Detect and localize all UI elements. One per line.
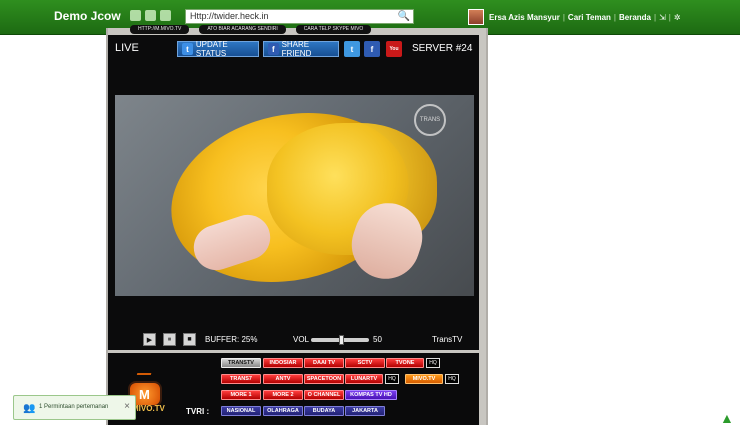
site-brand[interactable]: Demo Jcow [54,9,121,23]
volume-label: VOL [293,335,310,344]
volume-knob[interactable] [339,335,344,345]
youtube-icon[interactable]: You [386,41,402,57]
friends-icon[interactable] [130,10,141,21]
mivo-label: MIVO.TV [132,404,165,413]
friend-request-notification[interactable]: 👥 1 Permintaan pertemanan × [13,395,136,420]
notifications-icon[interactable] [160,10,171,21]
facebook-f-icon: f [268,43,279,55]
find-friends-link[interactable]: Cari Teman [568,13,611,22]
messages-icon[interactable] [145,10,156,21]
facebook-icon[interactable]: f [364,41,380,57]
channel-daai-tv[interactable]: DAAI TV [304,358,344,368]
user-name-link[interactable]: Ersa Azis Mansyur [489,13,560,22]
pause-button[interactable]: ⏸ [163,333,176,346]
channel-tvri-budaya[interactable]: BUDAYA [304,406,344,416]
channel-tvri-nasional[interactable]: NASIONAL [221,406,261,416]
channel-transtv[interactable]: TRANSTV [221,358,261,368]
update-status-button[interactable]: t UPDATE STATUS [177,40,259,58]
share-friend-button[interactable]: f SHARE FRIEND [263,40,339,58]
logout-icon[interactable]: ⇲ [659,13,666,22]
separator: | [613,12,616,22]
ticker-mid: ATO BIAR ACARANG SENDIRI [199,25,286,34]
channel-o-channel[interactable]: O CHANNEL [304,390,344,400]
channel-name: TransTV [432,335,463,344]
channel-watermark-icon: TRANS [414,104,446,136]
channel-antv[interactable]: ANTV [263,374,303,384]
search-icon[interactable]: 🔍 [398,11,410,22]
separator: | [668,12,671,22]
channel-kompas-tv-hd[interactable]: KOMPAS TV HD [345,390,397,400]
settings-icon[interactable]: ✲ [674,13,681,22]
channel-tvri-olahraga[interactable]: OLAHRAGA [263,406,303,416]
scroll-up-icon[interactable]: ▲ [720,410,734,426]
hq-toggle[interactable]: HQ [445,374,459,384]
twitter-bird-icon: t [182,43,193,55]
channel-trans7[interactable]: TRANS7 [221,374,261,384]
share-friend-label: SHARE FRIEND [281,40,312,58]
ticker-right: CARA TELP SKYPE MIVO [295,25,372,34]
channel-more-2[interactable]: MORE 2 [263,390,303,400]
user-navigation: Ersa Azis Mansyur | Cari Teman | Beranda… [468,9,681,25]
separator: | [654,12,657,22]
twitter-icon[interactable]: t [344,41,360,57]
channel-indosiar[interactable]: INDOSIAR [263,358,303,368]
channel-more-1[interactable]: MORE 1 [221,390,261,400]
channel-lunartv[interactable]: LUNARTV [345,374,383,384]
close-icon[interactable]: × [124,401,130,412]
url-text: Http://twider.heck.in [190,11,269,21]
channel-tvri-jakarta[interactable]: JAKARTA [345,406,385,416]
url-search-field[interactable]: Http://twider.heck.in 🔍 [185,9,414,24]
update-status-label: UPDATE STATUS [195,40,228,58]
video-frame[interactable]: TRANS [115,95,474,296]
server-label: SERVER #24 [412,43,473,54]
separator: | [562,12,565,22]
channel-tvone[interactable]: TVONE [386,358,424,368]
home-link[interactable]: Beranda [619,13,651,22]
video-player: LIVE t UPDATE STATUS f SHARE FRIEND t f … [108,35,479,350]
hq-toggle[interactable]: HQ [385,374,399,384]
channel-panel: M MIVO.TV TRANSTV INDOSIAR DAAI TV SCTV … [108,353,479,425]
friend-request-icon: 👥 [23,403,36,414]
stop-button[interactable]: ■ [183,333,196,346]
buffer-status: BUFFER: 25% [205,335,258,344]
mivo-logo-letter: M [139,387,150,402]
channel-sctv[interactable]: SCTV [345,358,385,368]
hq-toggle[interactable]: HQ [426,358,440,368]
ticker-strip: HTTP://M.MIVO.TV ATO BIAR ACARANG SENDIR… [130,25,460,34]
play-button[interactable]: ▶ [143,333,156,346]
live-label: LIVE [115,42,139,54]
tvri-label: TVRI : [186,407,210,416]
friend-request-text: 1 Permintaan pertemanan [39,404,109,410]
volume-value: 50 [373,335,382,344]
channel-mivo[interactable]: MIVO.TV [405,374,443,384]
ticker-left: HTTP://M.MIVO.TV [130,25,190,34]
channel-spacetoon[interactable]: SPACETOON [304,374,344,384]
avatar[interactable] [468,9,484,25]
player-controls: ▶ ⏸ ■ BUFFER: 25% VOL 50 TransTV [115,333,474,348]
top-icons [130,10,171,21]
